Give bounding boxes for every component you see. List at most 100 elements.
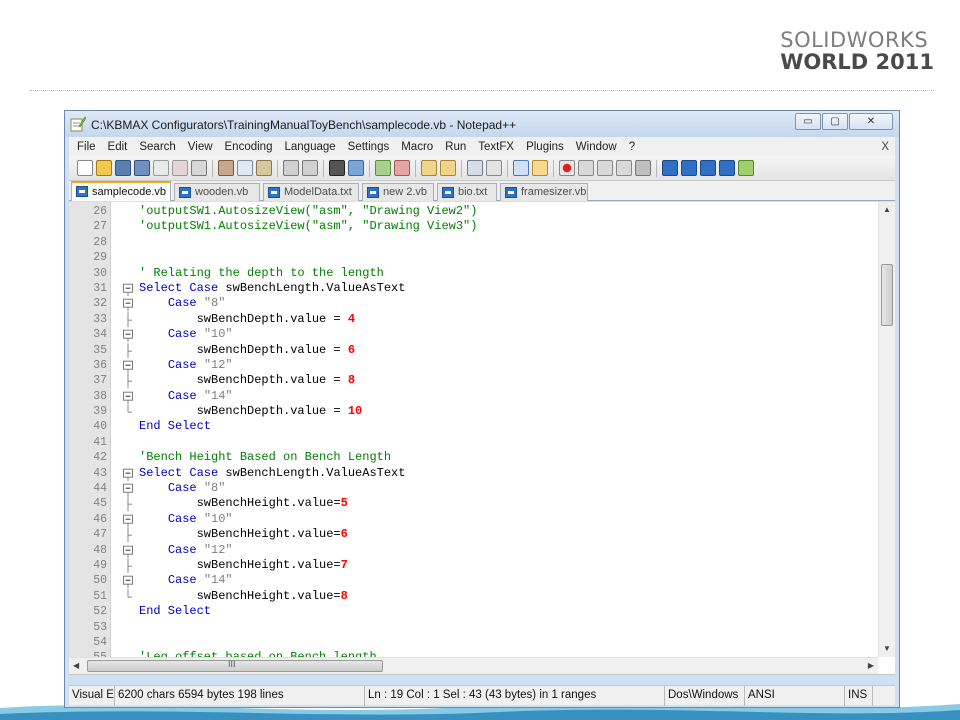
menu-textfx[interactable]: TextFX (472, 141, 520, 153)
code-line[interactable]: 36 Case "12" (69, 358, 854, 374)
code-line[interactable]: 26 'outputSW1.AutosizeView("asm", "Drawin… (69, 204, 854, 219)
copy-icon[interactable] (237, 160, 253, 176)
code-line[interactable]: 52 End Select (69, 604, 854, 619)
close-document-x[interactable]: X (881, 141, 895, 153)
maximize-button[interactable]: ▢ (822, 113, 848, 130)
code-line[interactable]: 32 Case "8" (69, 296, 854, 312)
scroll-left-arrow-icon[interactable]: ◀ (73, 661, 79, 670)
menu-plugins[interactable]: Plugins (520, 141, 570, 153)
menu-help[interactable]: ? (623, 141, 641, 153)
code-line[interactable]: 43 Select Case swBenchLength.ValueAsText (69, 466, 854, 481)
save-icon[interactable] (115, 160, 131, 176)
replace-icon[interactable] (348, 160, 364, 176)
horizontal-scrollbar[interactable]: ◀ III ▶ (69, 657, 878, 674)
close-all-icon[interactable] (172, 160, 188, 176)
zoom-in-icon[interactable] (375, 160, 391, 176)
scroll-down-arrow-icon[interactable]: ▼ (883, 644, 891, 653)
fold-toggle-icon[interactable] (122, 389, 134, 404)
code-line[interactable]: 44 Case "8" (69, 481, 854, 497)
sync-vertical-icon[interactable] (421, 160, 437, 176)
code-line[interactable]: 54 (69, 635, 854, 650)
menu-encoding[interactable]: Encoding (219, 141, 279, 153)
scroll-right-arrow-icon[interactable]: ▶ (868, 661, 874, 670)
code-line[interactable]: 41 (69, 435, 854, 450)
code-line[interactable]: 51 swBenchHeight.value=8 (69, 589, 854, 604)
down-arrow-icon[interactable] (700, 160, 716, 176)
spell-check-icon[interactable] (738, 160, 754, 176)
undo-icon[interactable] (283, 160, 299, 176)
menu-edit[interactable]: Edit (102, 141, 134, 153)
code-line[interactable]: 38 Case "14" (69, 389, 854, 404)
close-button[interactable]: ✕ (849, 113, 893, 130)
code-line[interactable]: 33 swBenchDepth.value = 4 (69, 312, 854, 327)
code-line[interactable]: 45 swBenchHeight.value=5 (69, 496, 854, 512)
expand-icon[interactable] (719, 160, 735, 176)
tab-framesizer-vb[interactable]: framesizer.vb (500, 183, 588, 201)
collapse-icon[interactable] (662, 160, 678, 176)
cut-icon[interactable] (218, 160, 234, 176)
title-bar[interactable]: C:\KBMAX Configurators\TrainingManualToy… (65, 111, 899, 137)
record-macro-icon[interactable] (559, 160, 575, 176)
code-line[interactable]: 46 Case "10" (69, 512, 854, 528)
code-line[interactable]: 47 swBenchHeight.value=6 (69, 527, 854, 543)
menu-window[interactable]: Window (570, 141, 623, 153)
tab-modeldata-txt[interactable]: ModelData.txt (263, 183, 359, 201)
menu-language[interactable]: Language (278, 141, 341, 153)
redo-icon[interactable] (302, 160, 318, 176)
code-line[interactable]: 53 (69, 620, 854, 635)
save-all-icon[interactable] (134, 160, 150, 176)
up-arrow-icon[interactable] (681, 160, 697, 176)
code-line[interactable]: 29 (69, 250, 854, 265)
code-line[interactable]: 48 Case "12" (69, 543, 854, 558)
horizontal-scroll-thumb[interactable]: III (87, 659, 383, 672)
stop-recording-icon[interactable] (578, 160, 594, 176)
sync-horizontal-icon[interactable] (440, 160, 456, 176)
menu-search[interactable]: Search (133, 141, 181, 153)
code-line[interactable]: 39 swBenchDepth.value = 10 (69, 404, 854, 419)
scroll-up-arrow-icon[interactable]: ▲ (883, 205, 891, 214)
vertical-scrollbar[interactable]: ▲ ▼ (878, 202, 895, 657)
run-macro-multiple-icon[interactable] (616, 160, 632, 176)
tab-samplecode-vb[interactable]: samplecode.vb (71, 181, 171, 201)
zoom-out-icon[interactable] (394, 160, 410, 176)
fold-toggle-icon[interactable] (122, 466, 134, 481)
fold-toggle-icon[interactable] (122, 481, 134, 497)
code-line[interactable]: 27 'outputSW1.AutosizeView("asm", "Drawin… (69, 219, 854, 234)
code-line[interactable]: 37 swBenchDepth.value = 8 (69, 373, 854, 389)
close-file-icon[interactable] (153, 160, 169, 176)
fold-toggle-icon[interactable] (122, 281, 134, 297)
code-line[interactable]: 34 Case "10" (69, 327, 854, 343)
fold-toggle-icon[interactable] (122, 512, 134, 528)
minimize-button[interactable]: ▭ (795, 113, 821, 130)
menu-settings[interactable]: Settings (342, 141, 396, 153)
tab-new-2-vb[interactable]: new 2.vb (362, 183, 434, 201)
save-macro-icon[interactable] (635, 160, 651, 176)
menu-macro[interactable]: Macro (395, 141, 439, 153)
new-file-icon[interactable] (77, 160, 93, 176)
code-line[interactable]: 49 swBenchHeight.value=7 (69, 558, 854, 574)
code-line[interactable]: 30 ' Relating the depth to the length (69, 266, 854, 281)
menu-view[interactable]: View (182, 141, 219, 153)
print-icon[interactable] (191, 160, 207, 176)
code-editor[interactable]: 26 'outputSW1.AutosizeView("asm", "Drawin… (69, 202, 895, 675)
code-line[interactable]: 35 swBenchDepth.value = 6 (69, 343, 854, 358)
fold-toggle-icon[interactable] (122, 543, 134, 558)
code-line[interactable]: 40 End Select (69, 419, 854, 434)
open-file-icon[interactable] (96, 160, 112, 176)
fold-toggle-icon[interactable] (122, 573, 134, 589)
paste-icon[interactable] (256, 160, 272, 176)
show-all-characters-icon[interactable] (486, 160, 502, 176)
find-icon[interactable] (329, 160, 345, 176)
playback-icon[interactable] (597, 160, 613, 176)
tab-wooden-vb[interactable]: wooden.vb (174, 183, 260, 201)
vertical-scroll-thumb[interactable] (881, 264, 893, 326)
code-line[interactable]: 28 (69, 235, 854, 250)
word-wrap-icon[interactable] (467, 160, 483, 176)
menu-run[interactable]: Run (439, 141, 472, 153)
code-line[interactable]: 31 Select Case swBenchLength.ValueAsText (69, 281, 854, 297)
code-line[interactable]: 50 Case "14" (69, 573, 854, 589)
indent-guide-icon[interactable] (513, 160, 529, 176)
fold-toggle-icon[interactable] (122, 327, 134, 343)
fold-toggle-icon[interactable] (122, 358, 134, 374)
fold-toggle-icon[interactable] (122, 296, 134, 312)
